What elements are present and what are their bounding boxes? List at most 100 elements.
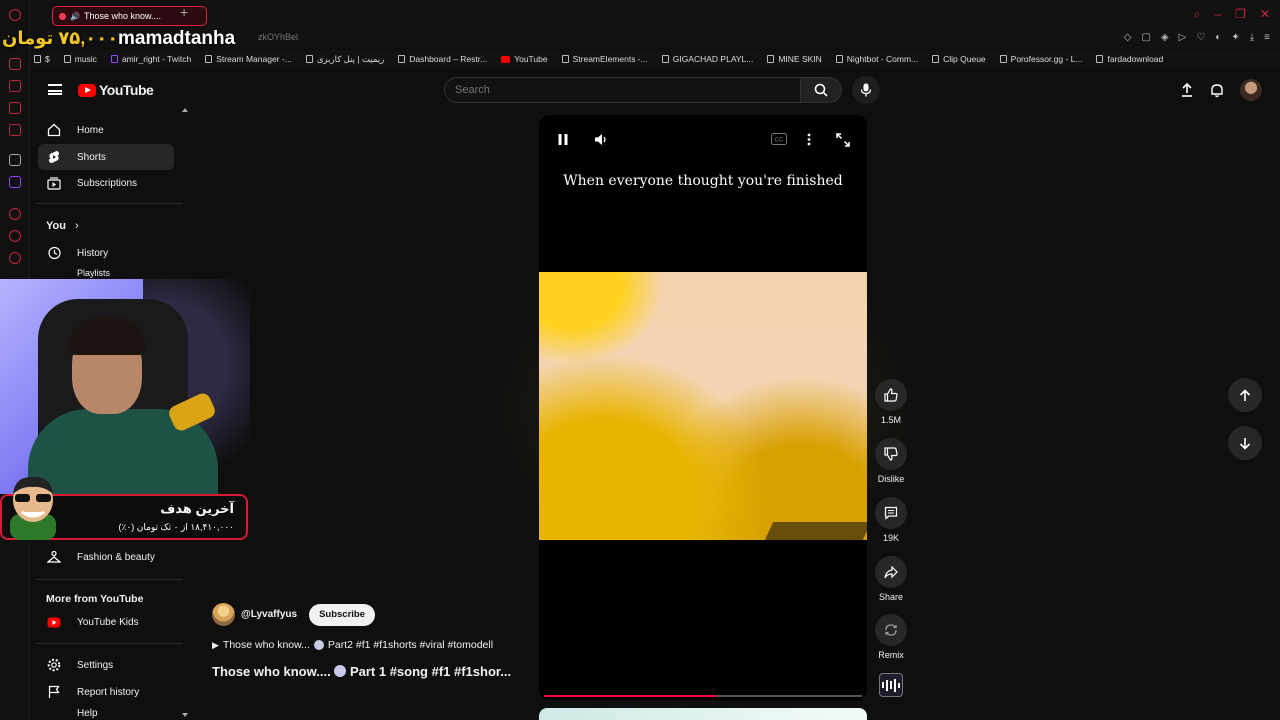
url-text[interactable]: zkOYhBel [258,32,298,42]
twitch-icon[interactable] [9,176,21,188]
gear-icon [47,658,61,672]
bookmark-item[interactable]: YouTube [501,54,548,64]
extension-icon[interactable]: ◐ [1215,32,1221,43]
close-icon[interactable]: ✕ [1260,7,1270,22]
sidebar-you-section[interactable]: You › [46,220,79,232]
bookmark-item[interactable]: StreamElements -... [561,54,648,64]
browser-tab-bar: 🔊 Those who know.... + ⌕ – ❐ ✕ [30,0,1280,30]
minimize-icon[interactable]: – [1214,7,1221,22]
new-tab-button[interactable]: + [180,4,188,20]
sidebar-divider [36,203,182,204]
scroll-down-arrow-icon[interactable] [181,712,189,718]
goal-title: آخرین هدف [160,501,234,516]
sidebar-item-playlists[interactable]: Playlists [38,266,174,280]
bookmark-item[interactable]: Nightbot - Comm... [835,54,918,64]
sidebar-item-help[interactable]: Help [38,708,174,720]
sidebar-item-fashion-beauty[interactable]: Fashion & beauty [38,544,174,570]
page-icon [561,55,569,63]
sidebar-item-youtube-kids[interactable]: YouTube Kids [38,609,174,635]
maximize-icon[interactable]: ❐ [1235,7,1246,22]
rail-app-icon[interactable] [9,208,21,220]
shorts-icon [47,150,61,164]
sound-thumbnail[interactable] [879,673,903,697]
bookmark-item[interactable]: Porofessor.gg - L... [999,54,1082,64]
notifications-bell-icon[interactable] [1210,83,1224,98]
header-actions [1180,79,1262,101]
captions-icon: CC [771,133,787,145]
comments-action[interactable]: 19K [875,497,907,543]
download-icon[interactable]: ⤓ [1250,32,1254,43]
youtube-header: YouTube [30,70,1280,110]
upload-icon[interactable] [1180,83,1194,97]
next-short-button[interactable] [1228,426,1262,460]
search-input[interactable] [444,77,802,103]
next-short-preview[interactable] [539,708,867,720]
previous-short-button[interactable] [1228,378,1262,412]
bookmark-item[interactable]: Dashboard – Restr... [398,54,487,64]
opera-logo-icon[interactable] [9,9,21,21]
bookmark-item[interactable]: $ [34,54,50,64]
channel-avatar[interactable] [212,603,235,626]
bookmark-item[interactable]: music [63,54,97,64]
search-button[interactable] [800,77,842,103]
rail-app-icon[interactable] [9,80,21,92]
heart-icon[interactable]: ♡ [1196,32,1205,43]
comments-button[interactable] [875,497,907,529]
bookmark-item[interactable]: amir_right - Twitch [110,54,191,64]
rail-app-icon[interactable] [9,252,21,264]
bookmark-item[interactable]: Clip Queue [932,54,986,64]
bookmark-item[interactable]: GIGACHAD PLAYL... [661,54,753,64]
bookmark-item[interactable]: fardadownload [1096,54,1163,64]
hamburger-menu-icon[interactable] [48,84,62,95]
arrow-down-icon [1239,437,1251,450]
remix-button[interactable] [875,614,907,646]
share-arrow-icon [884,565,898,578]
sidebar-item-report-history[interactable]: Report history [38,679,174,705]
folder-icon [63,55,71,63]
sidebar-item-shorts[interactable]: Shorts [38,144,174,170]
video-frame [539,272,867,540]
rail-app-icon[interactable] [9,58,21,70]
rail-app-icon[interactable] [9,124,21,136]
like-button[interactable] [875,379,907,411]
sidebar-item-home[interactable]: Home [38,117,174,143]
play-icon[interactable]: ▷ [1179,32,1187,43]
share-action[interactable]: Share [875,556,907,602]
sidebar-item-subscriptions[interactable]: Subscriptions [38,170,174,196]
remix-action[interactable]: Remix [875,614,907,660]
sidebar-item-settings[interactable]: Settings [38,652,174,678]
video-progress-bar[interactable] [544,695,862,697]
speaker-icon[interactable]: 🔊 [70,12,80,21]
like-action[interactable]: 1.5M [875,379,907,425]
bookmark-item[interactable]: ریمیت | پنل کاربری [305,54,384,65]
voice-search-button[interactable] [852,76,880,104]
scroll-up-arrow-icon[interactable] [181,107,189,113]
channel-name[interactable]: @Lyvaffyus [241,609,297,620]
dislike-button[interactable] [875,438,907,470]
short-title[interactable]: Those who know.... Part 1 #song #f1 #f1s… [212,664,511,679]
sidebar-item-history[interactable]: History [38,240,174,266]
bookmark-item[interactable]: MINE SKIN [767,54,822,64]
fullscreen-button[interactable] [836,133,850,147]
youtube-logo[interactable]: YouTube [78,82,154,98]
shorts-player[interactable]: CC When everyone thought you're finished [539,115,867,700]
pause-button[interactable] [557,133,569,146]
subscribe-button[interactable]: Subscribe [309,603,376,626]
rail-app-icon[interactable] [9,154,21,166]
bookmark-icon[interactable]: ◇ [1124,32,1132,43]
rail-app-icon[interactable] [9,102,21,114]
bookmark-item[interactable]: Stream Manager -... [205,54,292,64]
snapshot-icon[interactable]: ▢ [1141,32,1150,43]
playlist-link[interactable]: ▶ Those who know... Part2 #f1 #f1shorts … [212,639,493,651]
dislike-action[interactable]: Dislike [875,438,907,484]
more-options-button[interactable] [807,133,811,146]
volume-button[interactable] [594,133,608,146]
history-rail-icon[interactable] [9,230,21,242]
share-button[interactable] [875,556,907,588]
puzzle-icon[interactable]: ✦ [1231,32,1239,43]
shield-icon[interactable]: ◈ [1161,32,1169,43]
menu-icon[interactable]: ≡ [1264,32,1270,43]
search-tabs-icon[interactable]: ⌕ [1194,7,1201,22]
captions-button[interactable]: CC [771,133,787,145]
account-avatar[interactable] [1240,79,1262,101]
